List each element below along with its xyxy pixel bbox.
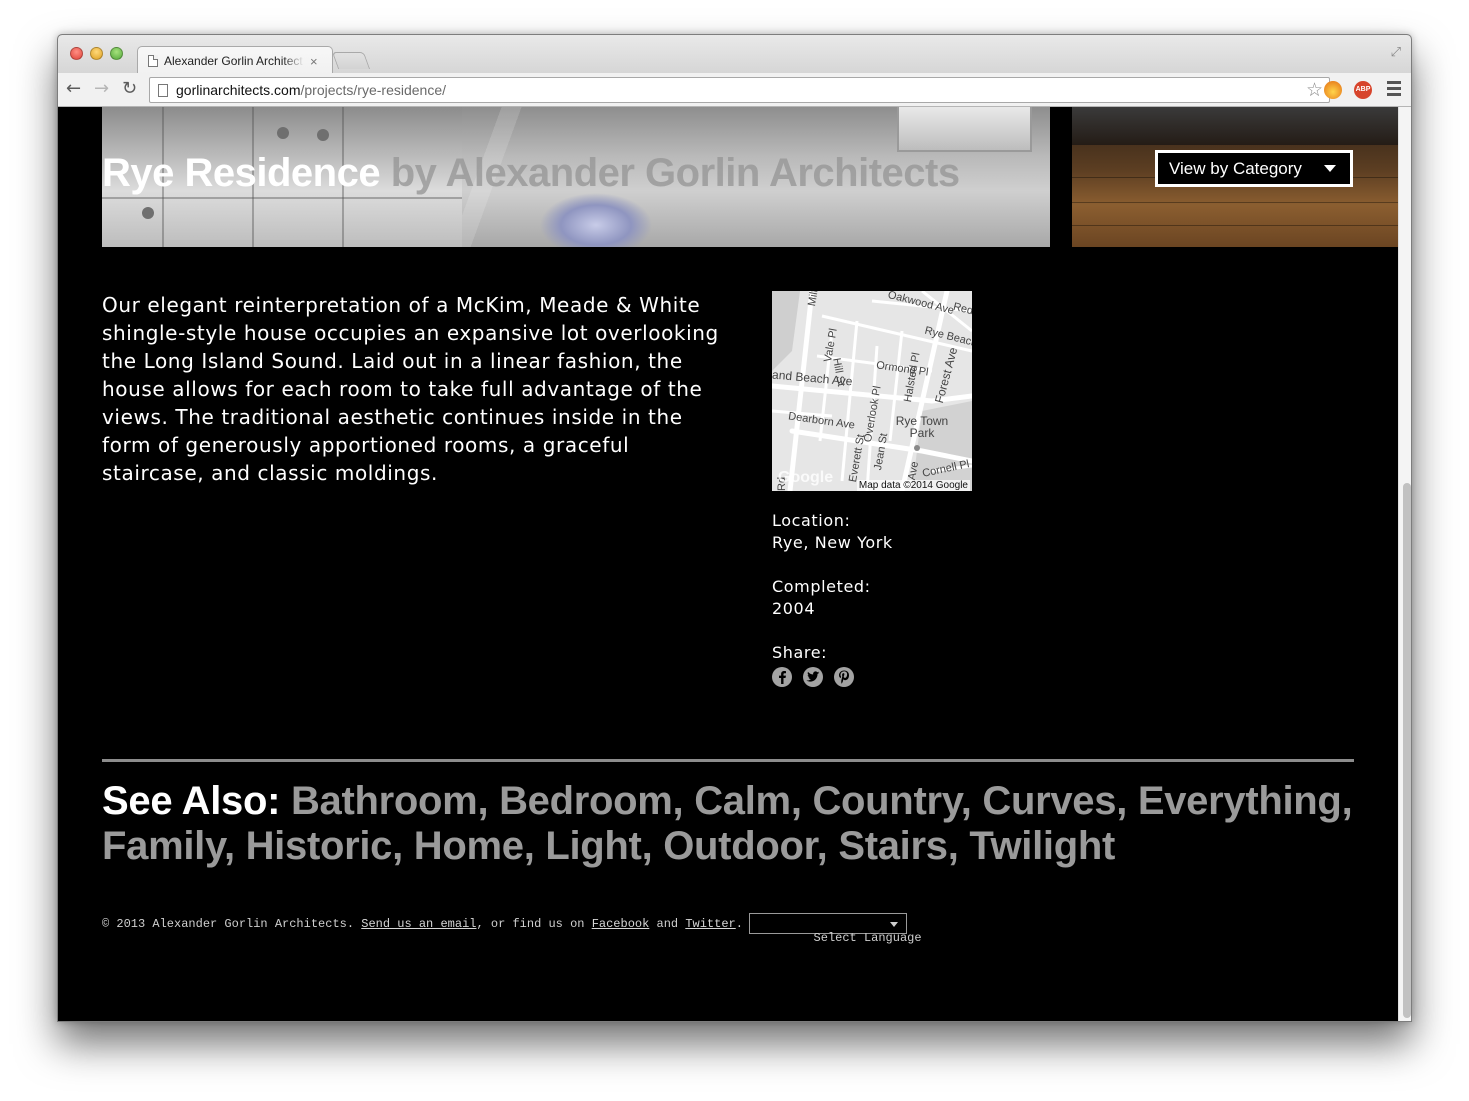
- zoom-window-button[interactable]: [110, 47, 123, 60]
- extension-fire-icon[interactable]: [1324, 81, 1342, 99]
- see-also-tag[interactable]: Light: [545, 824, 642, 868]
- back-icon[interactable]: ←: [66, 78, 81, 100]
- share-icons: [772, 667, 854, 687]
- see-also-tag[interactable]: Country: [812, 779, 961, 823]
- map-label: Rye Town Park: [895, 414, 949, 440]
- project-byline: by Alexander Gorlin Architects: [380, 151, 960, 195]
- footer-text: , or find us on: [476, 916, 592, 931]
- project-name: Rye Residence: [102, 151, 381, 195]
- see-also: See Also: Bathroom, Bedroom, Calm, Count…: [102, 779, 1353, 868]
- share-label: Share:: [772, 643, 828, 662]
- see-also-tag[interactable]: Twilight: [969, 824, 1115, 868]
- hero-window-detail: [897, 107, 1032, 152]
- address-bar[interactable]: gorlinarchitects.com/projects/rye-reside…: [149, 77, 1330, 103]
- page-viewport: Rye Residence by Alexander Gorlin Archit…: [58, 107, 1398, 1021]
- page-icon: [158, 84, 168, 97]
- forward-icon[interactable]: →: [94, 78, 109, 100]
- url-path: /projects/rye-residence/: [300, 82, 447, 98]
- fullscreen-icon[interactable]: ⤢: [1391, 45, 1401, 60]
- see-also-tag[interactable]: Curves: [982, 779, 1116, 823]
- location-value: Rye, New York: [772, 533, 893, 552]
- minimize-window-button[interactable]: [90, 47, 103, 60]
- project-description: Our elegant reinterpretation of a McKim,…: [102, 293, 719, 485]
- menu-icon[interactable]: [1387, 81, 1401, 99]
- close-window-button[interactable]: [70, 47, 83, 60]
- footer-text: .: [735, 916, 743, 931]
- section-divider: [102, 759, 1354, 762]
- star-icon[interactable]: ☆: [1306, 79, 1323, 101]
- browser-tab[interactable]: Alexander Gorlin Architect ×: [137, 46, 333, 74]
- map-credit: Map data ©2014 Google: [856, 480, 970, 491]
- see-also-label: See Also:: [102, 779, 281, 823]
- page-title: Rye Residence by Alexander Gorlin Archit…: [102, 151, 960, 196]
- title-bar: Alexander Gorlin Architect × ⤢: [58, 35, 1411, 74]
- location-block: Location: Rye, New York: [772, 510, 893, 554]
- facebook-link[interactable]: Facebook: [592, 917, 650, 931]
- footer-text: and: [649, 916, 686, 931]
- browser-window: Alexander Gorlin Architect × ⤢ ← → ↻ gor…: [57, 34, 1412, 1022]
- url-host: gorlinarchitects.com: [176, 82, 301, 98]
- location-label: Location:: [772, 511, 851, 530]
- copyright-text: © 2013 Alexander Gorlin Architects.: [102, 916, 362, 931]
- see-also-tag[interactable]: Family: [102, 824, 224, 868]
- language-select-label: Select Language: [813, 931, 922, 945]
- chevron-down-icon: [889, 922, 898, 927]
- tab-close-icon[interactable]: ×: [310, 54, 318, 69]
- chevron-down-icon: [1324, 165, 1336, 172]
- reload-icon[interactable]: ↻: [122, 78, 137, 100]
- category-dropdown-label: View by Category: [1169, 159, 1302, 178]
- completed-block: Completed: 2004: [772, 576, 871, 620]
- completed-value: 2004: [772, 599, 816, 618]
- email-link[interactable]: Send us an email: [361, 917, 476, 931]
- page-icon: [148, 55, 158, 67]
- browser-toolbar: ← → ↻ gorlinarchitects.com/projects/rye-…: [58, 73, 1411, 107]
- scrollbar-thumb[interactable]: [1403, 483, 1411, 1018]
- see-also-tag[interactable]: Bathroom: [291, 779, 478, 823]
- location-map[interactable]: Milton Oakwood Ave Red Rye Beach Vale Pl…: [772, 291, 972, 491]
- adblock-plus-icon[interactable]: ABP: [1354, 81, 1372, 99]
- facebook-icon[interactable]: [772, 667, 792, 687]
- footer: © 2013 Alexander Gorlin Architects. Send…: [102, 913, 922, 945]
- new-tab-button[interactable]: [331, 52, 371, 69]
- tab-title: Alexander Gorlin Architect: [164, 54, 303, 68]
- see-also-tag[interactable]: Home: [414, 824, 524, 868]
- share-block: Share:: [772, 642, 827, 664]
- see-also-tag[interactable]: Historic: [246, 824, 393, 868]
- twitter-link[interactable]: Twitter: [685, 917, 735, 931]
- view-by-category-dropdown[interactable]: View by Category: [1155, 150, 1353, 187]
- completed-label: Completed:: [772, 577, 871, 596]
- google-logo: Google: [778, 469, 834, 486]
- see-also-tag[interactable]: Stairs: [838, 824, 948, 868]
- twitter-icon[interactable]: [803, 667, 823, 687]
- pinterest-icon[interactable]: [834, 667, 854, 687]
- vertical-scrollbar[interactable]: [1398, 107, 1411, 1021]
- see-also-tag[interactable]: Everything: [1138, 779, 1342, 823]
- see-also-tag[interactable]: Outdoor: [663, 824, 817, 868]
- see-also-tag[interactable]: Calm: [694, 779, 791, 823]
- url-text[interactable]: gorlinarchitects.com/projects/rye-reside…: [176, 82, 446, 98]
- language-select[interactable]: Select Language: [748, 913, 922, 945]
- see-also-tag[interactable]: Bedroom: [499, 779, 673, 823]
